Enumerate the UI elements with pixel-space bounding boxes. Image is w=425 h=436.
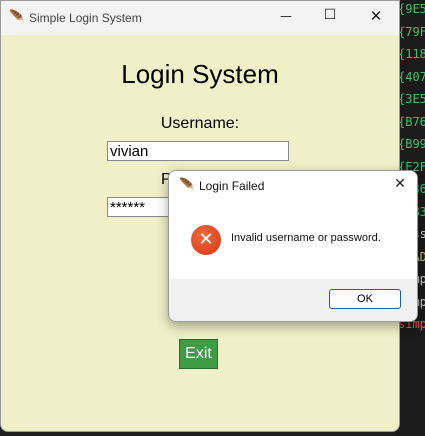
dialog-message: Invalid username or password. — [231, 232, 381, 244]
minimize-icon[interactable]: — — [273, 9, 299, 23]
login-failed-dialog: 🪶 Login Failed ✕ ✕ Invalid username or p… — [168, 170, 418, 322]
username-label: Username: — [160, 115, 240, 132]
terminal-line: {3E5 — [398, 92, 425, 106]
feather-icon: 🪶 — [9, 10, 26, 25]
ok-button[interactable]: OK — [329, 289, 401, 309]
terminal-line: {4075 — [398, 69, 425, 84]
error-icon: ✕ — [191, 225, 221, 255]
feather-icon: 🪶 — [179, 178, 196, 193]
close-icon[interactable]: ✕ — [363, 7, 389, 25]
terminal-line: {9E5 — [398, 2, 425, 16]
close-icon[interactable]: ✕ — [389, 176, 411, 192]
main-titlebar[interactable]: 🪶 Simple Login System — ☐ ✕ — [1, 1, 399, 35]
dialog-title: Login Failed — [199, 179, 265, 193]
exit-button[interactable]: Exit — [179, 339, 218, 369]
terminal-line: {B762 — [398, 114, 425, 129]
username-field[interactable] — [107, 141, 289, 161]
terminal-line: {B997 — [398, 137, 425, 151]
terminal-line: {118 — [398, 47, 425, 61]
dialog-titlebar[interactable]: 🪶 Login Failed ✕ — [169, 171, 417, 201]
dialog-footer: OK — [169, 279, 417, 321]
maximize-icon[interactable]: ☐ — [317, 7, 343, 23]
window-title: Simple Login System — [29, 11, 142, 25]
terminal-line: {79F3 — [398, 24, 425, 39]
page-title: Login System — [121, 59, 279, 89]
dialog-body: ✕ Invalid username or password. — [169, 201, 417, 279]
